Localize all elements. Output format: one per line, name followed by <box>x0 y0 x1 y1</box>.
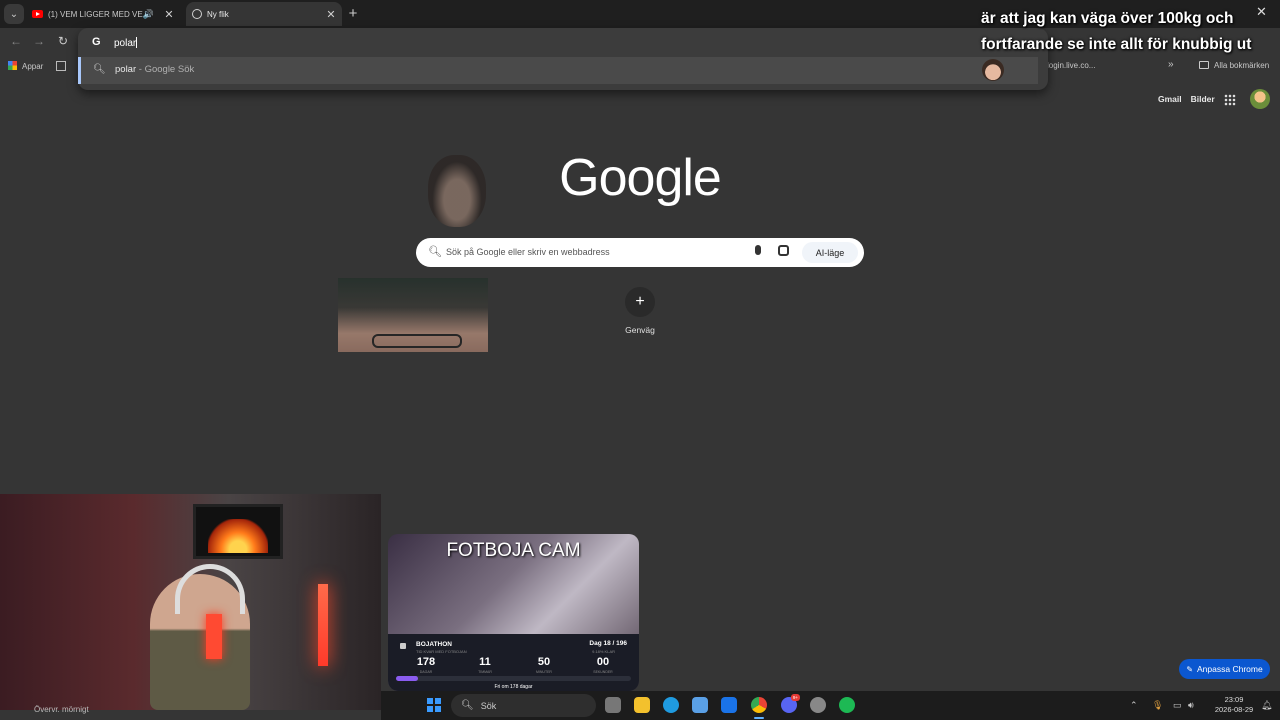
active-indicator <box>754 717 764 719</box>
counter-value: 11 <box>479 656 491 668</box>
caption-line: är att jag kan väga över 100kg och <box>981 10 1234 27</box>
omnibox-input[interactable]: polar <box>114 37 138 49</box>
shortcut-label: Genväg <box>625 325 655 335</box>
microphone-icon[interactable]: 🎙︎ <box>1152 700 1163 711</box>
clock[interactable]: 23:09 2026-08-29 <box>1209 695 1259 715</box>
spotify-icon[interactable] <box>839 697 855 713</box>
outlook-icon[interactable] <box>721 697 737 713</box>
fotboja-title: FOTBOJA CAM <box>446 540 581 561</box>
lens-icon[interactable] <box>778 245 789 256</box>
new-tab-button[interactable]: + <box>346 5 360 22</box>
add-shortcut-button[interactable]: + <box>625 287 655 317</box>
start-icon[interactable] <box>427 698 441 712</box>
counter-unit: SEKUNDER <box>593 670 613 674</box>
edge-icon[interactable] <box>663 697 679 713</box>
fireplace-screen <box>193 504 283 559</box>
bookmarks-overflow-button[interactable]: » <box>1168 59 1174 70</box>
store-icon[interactable] <box>692 697 708 713</box>
tab-new-tab[interactable]: Ny flik ✕ <box>186 2 342 26</box>
steam-icon[interactable] <box>810 697 826 713</box>
google-apps-icon[interactable] <box>1224 94 1236 106</box>
back-icon[interactable]: ← <box>8 34 24 48</box>
search-icon: 🔍︎ <box>93 64 106 75</box>
webcam-footer: Övervr. mörnigt <box>34 705 89 714</box>
omnibox-suggestion[interactable]: 🔍︎ polar - Google Sök <box>78 57 1038 84</box>
bojathon-day: Dag 18 / 196 <box>589 640 627 647</box>
search-input[interactable] <box>446 243 746 261</box>
omnibox-dropdown[interactable]: G polar 🔍︎ polar - Google Sök <box>78 28 1048 90</box>
notification-badge: 9+ <box>791 694 800 701</box>
globe-icon <box>192 9 202 19</box>
tab-title: Ny flik <box>207 9 229 19</box>
pencil-icon: ✎ <box>1186 664 1194 674</box>
ntp-top-links: Gmail Bilder <box>1158 94 1224 104</box>
webcam-overlay <box>0 494 381 710</box>
customize-chrome-button[interactable]: ✎ Anpassa Chrome <box>1179 659 1270 679</box>
tab-close-button[interactable]: ✕ <box>324 8 338 21</box>
task-view-icon[interactable] <box>605 697 621 713</box>
search-icon: 🔍︎ <box>428 246 442 258</box>
bookmark-item[interactable]: login.live.co... <box>1047 61 1095 70</box>
profile-avatar <box>982 59 1004 81</box>
microphone-icon[interactable] <box>755 245 761 255</box>
counter-unit: TIMMAR <box>478 670 492 674</box>
stream-caption: är att jag kan väga över 100kg och fortf… <box>981 6 1280 58</box>
microphone <box>206 614 222 659</box>
stream-face-overlay <box>428 155 486 227</box>
bojathon-name: BOJATHON <box>416 641 452 648</box>
taskbar-search[interactable]: 🔍︎ Sök <box>451 694 596 717</box>
youtube-icon <box>32 10 43 18</box>
free-text: Fri om 178 dagar <box>494 684 533 690</box>
lock-icon <box>400 643 406 649</box>
counter-unit: MINUTER <box>536 670 552 674</box>
tab-youtube[interactable]: (1) VEM LIGGER MED VEM? 🔊 ✕ <box>28 2 180 26</box>
fotboja-cam: FOTBOJA CAM BOJATHON TID KVAR MED FOTBOJ… <box>388 534 639 691</box>
all-bookmarks-button[interactable]: Alla bokmärken <box>1199 61 1269 70</box>
file-explorer-icon[interactable] <box>634 697 650 713</box>
gmail-link[interactable]: Gmail <box>1158 94 1182 104</box>
bookmark-apps[interactable]: Appar <box>8 61 43 71</box>
ai-mode-button[interactable]: AI-läge <box>802 242 858 263</box>
tab-title: (1) VEM LIGGER MED VEM? <box>48 9 143 19</box>
images-link[interactable]: Bilder <box>1191 94 1215 104</box>
bojathon-subtitle: TID KVAR MED FOTBOJAN <box>416 649 467 654</box>
ntp-search-box[interactable]: 🔍︎ AI-läge <box>416 238 864 267</box>
tab-close-button[interactable]: ✕ <box>162 8 176 21</box>
network-icon[interactable]: ▭ <box>1173 700 1182 711</box>
volume-icon[interactable]: 🔊︎ <box>1188 700 1194 711</box>
search-icon: 🔍︎ <box>461 700 474 711</box>
notifications-icon[interactable]: 🔔︎ <box>1261 700 1272 711</box>
bojathon-percent: 9.18% KLAR <box>592 649 615 654</box>
forward-icon[interactable]: → <box>31 34 47 48</box>
account-avatar[interactable] <box>1250 89 1270 109</box>
speaker-icon[interactable]: 🔊 <box>143 9 154 20</box>
suggestion-text: polar - Google Sök <box>115 64 195 75</box>
counter-unit: DAGAR <box>419 670 433 674</box>
counter-value: 178 <box>416 656 436 668</box>
folder-icon <box>1199 61 1209 69</box>
taskbar: 🔍︎ Sök 9+ ⌃ 🎙︎ ▭ 🔊︎ 23:09 2026-08-29 🔔︎ <box>381 691 1280 720</box>
chrome-icon[interactable] <box>751 697 767 713</box>
progress-fill <box>396 676 418 681</box>
google-logo: Google <box>559 149 722 207</box>
headphones <box>175 564 245 614</box>
google-g-icon: G <box>92 36 101 48</box>
counter-value: 50 <box>537 656 551 668</box>
progress-bar <box>396 676 631 681</box>
reload-icon[interactable]: ↻ <box>55 34 71 48</box>
tab-groups-icon[interactable] <box>56 61 66 71</box>
bojathon-panel: BOJATHON TID KVAR MED FOTBOJAN Dag 18 / … <box>388 634 639 691</box>
chevron-up-icon[interactable]: ⌃ <box>1130 700 1138 711</box>
tab-search-button[interactable]: ⌄ <box>4 4 24 24</box>
lamp <box>318 584 328 666</box>
stream-face-overlay <box>338 278 488 352</box>
counter-value: 00 <box>596 656 610 668</box>
apps-icon <box>8 61 17 70</box>
chevron-down-icon: ⌄ <box>9 8 19 20</box>
caption-line: fortfarande se inte allt för knubbig ut <box>981 36 1252 53</box>
